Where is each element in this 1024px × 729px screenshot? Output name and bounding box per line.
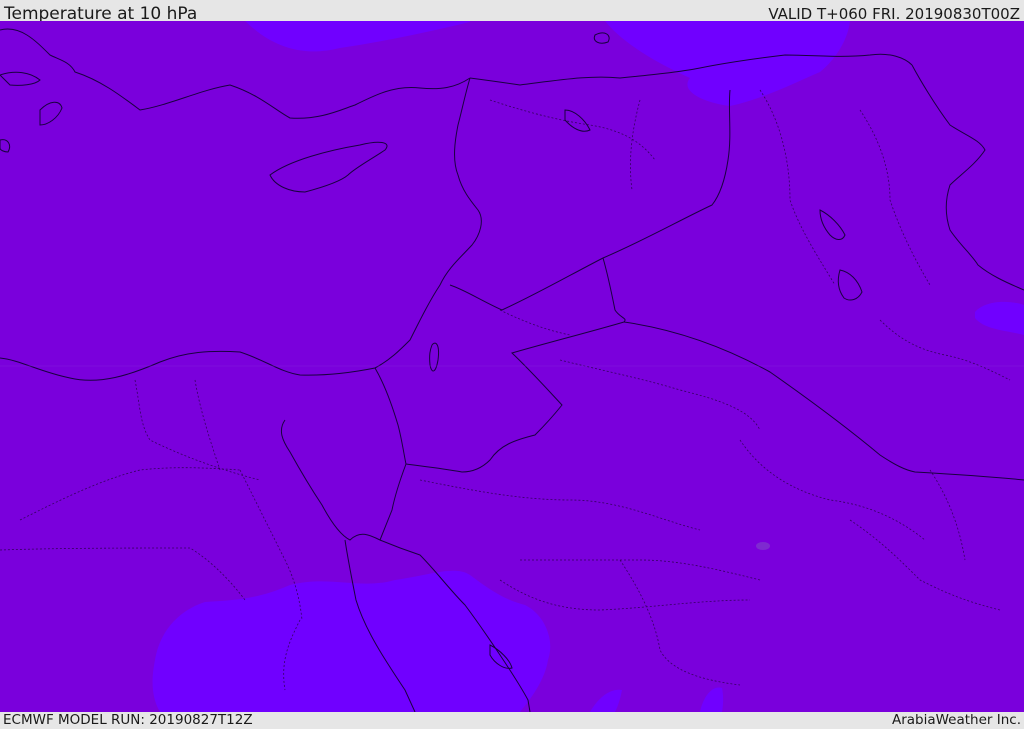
header-bar: Temperature at 10 hPa VALID T+060 FRI. 2… bbox=[0, 0, 1024, 24]
footer-bar: ECMWF MODEL RUN: 20190827T12Z ArabiaWeat… bbox=[0, 712, 1024, 729]
model-run: ECMWF MODEL RUN: 20190827T12Z bbox=[3, 712, 253, 728]
credit-label: ArabiaWeather Inc. bbox=[891, 712, 1021, 728]
weather-map bbox=[0, 21, 1024, 712]
